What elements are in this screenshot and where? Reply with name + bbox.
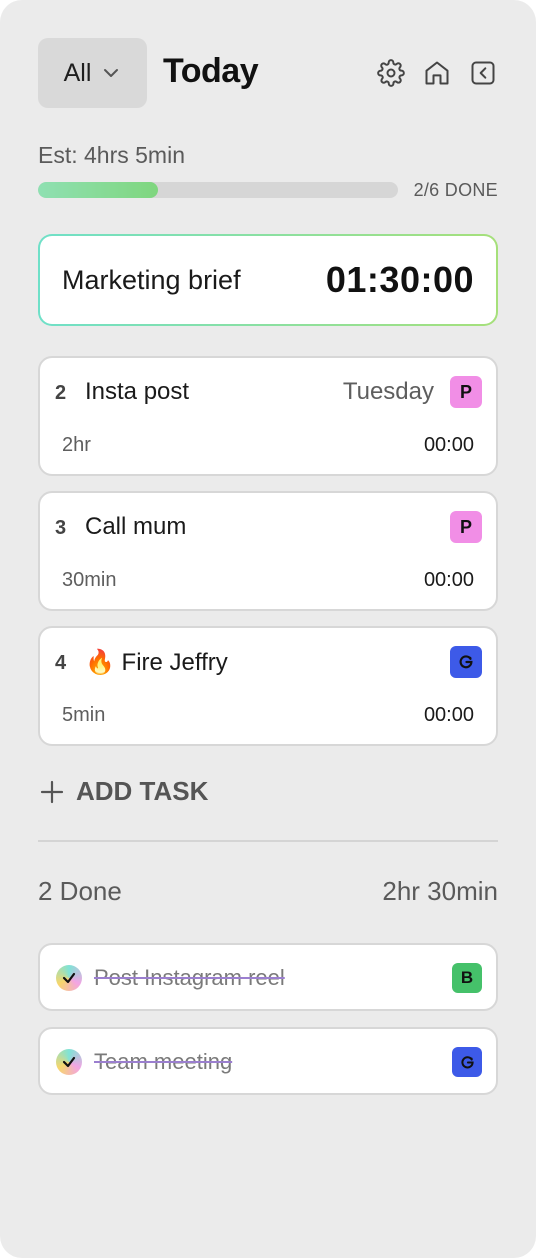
- project-badge-g-icon[interactable]: [450, 646, 482, 678]
- home-icon[interactable]: [422, 58, 452, 88]
- task-card[interactable]: 2 Insta post Tuesday P 2hr 00:00: [38, 356, 498, 476]
- task-title: Insta post: [85, 378, 190, 405]
- done-total-time: 2hr 30min: [382, 876, 498, 906]
- task-duration: 2hr: [62, 434, 91, 456]
- project-badge[interactable]: B: [452, 963, 482, 993]
- task-duration: 30min: [62, 569, 117, 591]
- task-number: 4: [55, 652, 67, 674]
- collapse-icon[interactable]: [468, 58, 498, 88]
- filter-label: All: [63, 58, 92, 87]
- task-time: 00:00: [423, 569, 474, 591]
- task-day: Tuesday: [342, 378, 434, 405]
- check-icon[interactable]: [56, 965, 82, 991]
- task-title: Call mum: [85, 513, 187, 540]
- task-card[interactable]: 4 🔥 Fire Jeffry 5min 00:00: [38, 626, 498, 746]
- done-task-title: Team meeting: [94, 1049, 233, 1074]
- task-number: 3: [55, 517, 67, 539]
- current-task-title: Marketing brief: [62, 264, 241, 295]
- progress-fill: [38, 182, 158, 198]
- project-badge-g-icon[interactable]: [452, 1047, 482, 1077]
- task-number: 2: [55, 382, 67, 404]
- check-icon[interactable]: [56, 1049, 82, 1075]
- page-title: Today: [163, 52, 259, 90]
- chevron-down-icon: [104, 69, 119, 77]
- task-card[interactable]: 3 Call mum P 30min 00:00: [38, 491, 498, 611]
- done-task-card[interactable]: Team meeting: [38, 1027, 498, 1095]
- current-task-card[interactable]: Marketing brief 01:30:00: [38, 234, 498, 326]
- done-task-title: Post Instagram reel: [94, 965, 285, 990]
- task-duration: 5min: [62, 704, 106, 726]
- project-badge[interactable]: P: [450, 511, 482, 543]
- task-title: 🔥 Fire Jeffry: [85, 649, 228, 676]
- done-task-card[interactable]: Post Instagram reel B: [38, 943, 498, 1011]
- progress-label: 2/6 DONE: [413, 180, 498, 200]
- divider: [38, 840, 498, 842]
- filter-dropdown[interactable]: All: [38, 38, 147, 108]
- project-badge[interactable]: P: [450, 376, 482, 408]
- estimate-label: Est: 4hrs 5min: [38, 142, 185, 168]
- progress-bar: [38, 182, 398, 198]
- today-panel: All Today Est: 4hrs 5min 2/6 DONE Market…: [0, 0, 536, 1258]
- current-task-timer: 01:30:00: [325, 259, 474, 300]
- done-count: 2 Done: [38, 876, 122, 906]
- add-task-button[interactable]: ADD TASK: [40, 776, 208, 807]
- add-task-label: ADD TASK: [76, 776, 209, 806]
- gear-icon[interactable]: [376, 58, 406, 88]
- task-time: 00:00: [423, 434, 474, 456]
- plus-icon: [40, 780, 64, 803]
- task-time: 00:00: [423, 704, 474, 726]
